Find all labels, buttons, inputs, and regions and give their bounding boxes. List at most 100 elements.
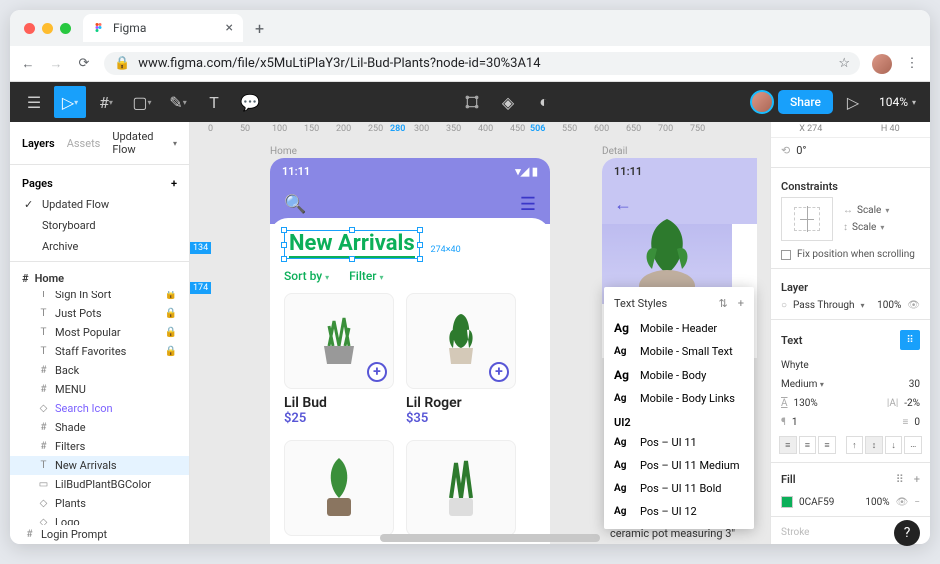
url-field[interactable]: 🔒 www.figma.com/file/x5MuLtiPlaY3r/Lil-B… (104, 52, 860, 75)
close-tab-icon[interactable]: × (226, 20, 233, 36)
lock-icon[interactable]: 🔒 (165, 346, 177, 357)
resize-handle[interactable] (417, 242, 423, 248)
align-center-icon[interactable]: ≡ (799, 436, 817, 454)
resize-handle[interactable] (349, 227, 355, 233)
reload-icon[interactable]: ⟳ (76, 56, 92, 71)
resize-handle[interactable] (417, 227, 423, 233)
canvas[interactable]: 0501001502002502803003504004505065506006… (190, 122, 770, 544)
frame-label-detail[interactable]: Detail (602, 146, 627, 157)
browser-menu-icon[interactable]: ⋮ (904, 56, 920, 71)
horizontal-scrollbar[interactable] (380, 534, 600, 542)
tab-layers[interactable]: Layers (22, 137, 55, 150)
pen-tool-icon[interactable]: ✎▾ (162, 86, 194, 118)
text-style-item[interactable]: AgMobile - Small Text (604, 340, 754, 363)
share-button[interactable]: Share (778, 90, 833, 114)
component-icon[interactable]: ◈ (492, 86, 524, 118)
search-icon[interactable]: 🔍 (284, 194, 306, 215)
main-menu-icon[interactable]: ☰ (18, 86, 50, 118)
layer-login-prompt[interactable]: # Login Prompt (10, 525, 189, 544)
text-style-item[interactable]: AgMobile - Header (604, 316, 754, 340)
layer-opacity[interactable]: 100% (877, 300, 901, 311)
selected-text-node[interactable]: New Arrivals 274×40 (284, 230, 420, 259)
align-middle-icon[interactable]: ↕ (865, 436, 883, 454)
forward-icon[interactable]: → (48, 56, 64, 72)
shape-tool-icon[interactable]: ▢▾ (126, 86, 158, 118)
text-style-item[interactable]: AgMobile - Body Links (604, 387, 754, 410)
menu-icon[interactable]: ☰ (520, 194, 536, 215)
lock-icon[interactable]: 🔒 (165, 308, 177, 319)
mask-icon[interactable]: ◐ (528, 86, 560, 118)
page-item[interactable]: Storyboard (10, 215, 189, 236)
lock-icon[interactable]: 🔒 (165, 291, 177, 300)
fill-hex-input[interactable]: 0CAF59 (799, 497, 834, 508)
add-page-icon[interactable]: + (171, 177, 177, 190)
maximize-window-icon[interactable] (60, 23, 71, 34)
present-icon[interactable]: ▷ (837, 86, 869, 118)
resize-handle[interactable] (349, 256, 355, 262)
zoom-control[interactable]: 104%▾ (873, 95, 922, 109)
product-card[interactable]: +Lil Roger$35 (406, 293, 516, 426)
layer-row[interactable]: TMost Popular🔒 (10, 323, 189, 342)
resize-handle[interactable] (281, 227, 287, 233)
minimize-window-icon[interactable] (42, 23, 53, 34)
add-to-cart-icon[interactable]: + (489, 362, 509, 382)
layer-row[interactable]: #Back (10, 361, 189, 380)
product-card[interactable]: +Lil Bud$25 (284, 293, 394, 426)
font-weight-select[interactable]: Medium ▾ (781, 379, 824, 390)
line-height-input[interactable]: 130% (794, 398, 818, 409)
remove-fill-icon[interactable]: − (914, 497, 920, 508)
bookmark-icon[interactable]: ☆ (838, 56, 850, 71)
layer-row[interactable]: TNew Arrivals (10, 456, 189, 475)
page-item[interactable]: Archive (10, 236, 189, 257)
text-style-item[interactable]: AgPos – UI 12 (604, 500, 754, 523)
rotation-value[interactable]: 0° (796, 144, 806, 157)
font-family-select[interactable]: Whyte (781, 360, 809, 371)
add-fill-icon[interactable]: + (914, 473, 920, 486)
resize-handle[interactable] (417, 256, 423, 262)
font-size-input[interactable]: 30 (909, 379, 920, 390)
help-button[interactable]: ? (894, 520, 920, 546)
layer-row[interactable]: TSign In Sort🔒 (10, 291, 189, 304)
fill-swatch[interactable] (781, 496, 793, 508)
h-constraint-select[interactable]: ↔Scale▾ (843, 205, 889, 216)
profile-avatar-icon[interactable] (872, 54, 892, 74)
align-top-icon[interactable]: ↑ (846, 436, 864, 454)
sort-button[interactable]: Sort by ▾ (284, 269, 329, 283)
letter-spacing-input[interactable]: -2% (904, 398, 920, 409)
resize-handle[interactable] (281, 256, 287, 262)
close-window-icon[interactable] (24, 23, 35, 34)
back-icon[interactable]: ← (20, 56, 36, 72)
blend-mode-select[interactable]: Pass Through (793, 300, 854, 311)
page-item[interactable]: Updated Flow (10, 194, 189, 215)
visibility-icon[interactable]: 👁 (907, 300, 920, 311)
visibility-icon[interactable]: 👁 (896, 497, 909, 508)
text-style-item[interactable]: AgPos – UI 11 Medium (604, 454, 754, 477)
layer-row[interactable]: ◇Search Icon (10, 399, 189, 418)
fix-position-checkbox[interactable]: Fix position when scrolling (771, 245, 930, 264)
frame-tool-icon[interactable]: #▾ (90, 86, 122, 118)
para-indent-input[interactable]: 0 (914, 417, 920, 428)
tab-assets[interactable]: Assets (67, 137, 101, 150)
edit-object-icon[interactable] (456, 86, 488, 118)
layer-row[interactable]: ◇Logo (10, 513, 189, 525)
align-right-icon[interactable]: ≡ (818, 436, 836, 454)
layer-row[interactable]: TStaff Favorites🔒 (10, 342, 189, 361)
frame-label-home[interactable]: Home (270, 146, 297, 157)
add-to-cart-icon[interactable]: + (367, 362, 387, 382)
text-style-button[interactable]: ⠿ (900, 330, 920, 350)
product-image[interactable] (284, 440, 394, 536)
layer-row[interactable]: #MENU (10, 380, 189, 399)
product-image[interactable] (406, 440, 516, 536)
text-more-icon[interactable]: … (904, 436, 922, 454)
flow-selector[interactable]: Updated Flow▾ (112, 130, 177, 156)
v-constraint-select[interactable]: ↕Scale▾ (843, 222, 889, 233)
add-style-icon[interactable]: + (738, 297, 744, 310)
back-arrow-icon[interactable]: ← (614, 194, 632, 215)
filter-button[interactable]: Filter ▾ (349, 269, 383, 283)
para-spacing-input[interactable]: 1 (792, 417, 798, 428)
frame-header[interactable]: # Home (10, 266, 189, 291)
browser-tab[interactable]: Figma × (83, 14, 243, 42)
layer-row[interactable]: TJust Pots🔒 (10, 304, 189, 323)
constraints-widget[interactable] (781, 197, 833, 241)
text-style-item[interactable]: AgPos – UI 11 Bold (604, 477, 754, 500)
